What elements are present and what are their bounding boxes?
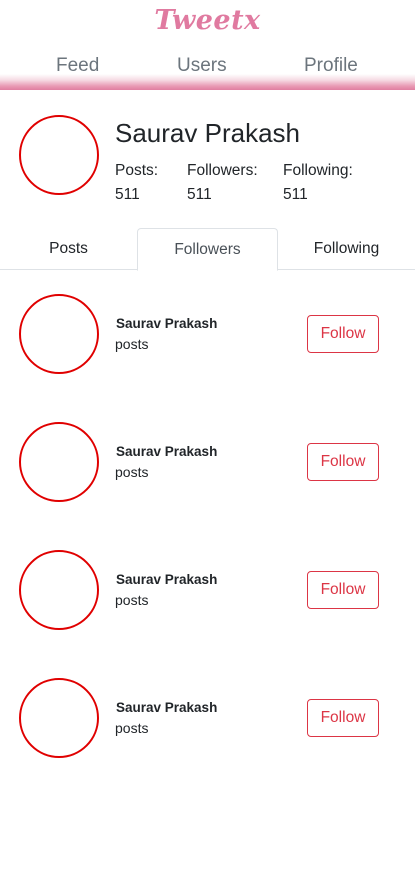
follow-button[interactable]: Follow: [307, 571, 379, 609]
stat-posts-value: 511: [115, 186, 140, 203]
follower-subtitle: posts: [115, 336, 149, 352]
follower-name[interactable]: Saurav Prakash: [116, 316, 217, 331]
follower-name[interactable]: Saurav Prakash: [116, 572, 217, 587]
stat-following-value: 511: [283, 186, 308, 203]
profile-tabs: Posts Followers Following: [0, 228, 415, 271]
follower-subtitle: posts: [115, 464, 149, 480]
follow-button[interactable]: Follow: [307, 699, 379, 737]
follower-row: Saurav Prakash posts Follow: [0, 550, 415, 630]
nav-item-users[interactable]: Users: [177, 55, 227, 77]
follower-avatar[interactable]: [19, 422, 99, 502]
tab-following[interactable]: Following: [278, 228, 415, 270]
follower-avatar[interactable]: [19, 550, 99, 630]
stat-followers: Followers: 511: [187, 159, 258, 207]
follower-avatar[interactable]: [19, 294, 99, 374]
app-logo[interactable]: Tweetx: [0, 5, 415, 36]
stat-followers-value: 511: [187, 186, 212, 203]
follower-subtitle: posts: [115, 592, 149, 608]
nav-item-feed[interactable]: Feed: [56, 55, 99, 77]
follower-row: Saurav Prakash posts Follow: [0, 678, 415, 758]
profile-name: Saurav Prakash: [115, 118, 300, 148]
stat-posts-label: Posts:: [115, 162, 159, 179]
follower-subtitle: posts: [115, 720, 149, 736]
follower-row: Saurav Prakash posts Follow: [0, 294, 415, 374]
tab-posts[interactable]: Posts: [0, 228, 137, 270]
app-header: Tweetx Feed Users Profile: [0, 0, 415, 90]
stat-posts: Posts: 511: [115, 159, 158, 207]
follow-button[interactable]: Follow: [307, 443, 379, 481]
follow-button[interactable]: Follow: [307, 315, 379, 353]
follower-name[interactable]: Saurav Prakash: [116, 700, 217, 715]
stat-following: Following: 511: [283, 159, 353, 207]
stat-following-label: Following:: [283, 162, 353, 179]
stat-followers-label: Followers:: [187, 162, 258, 179]
follower-row: Saurav Prakash posts Follow: [0, 422, 415, 502]
follower-avatar[interactable]: [19, 678, 99, 758]
nav-item-profile[interactable]: Profile: [304, 55, 358, 77]
tab-followers[interactable]: Followers: [137, 228, 278, 271]
profile-avatar: [19, 115, 99, 195]
follower-name[interactable]: Saurav Prakash: [116, 444, 217, 459]
